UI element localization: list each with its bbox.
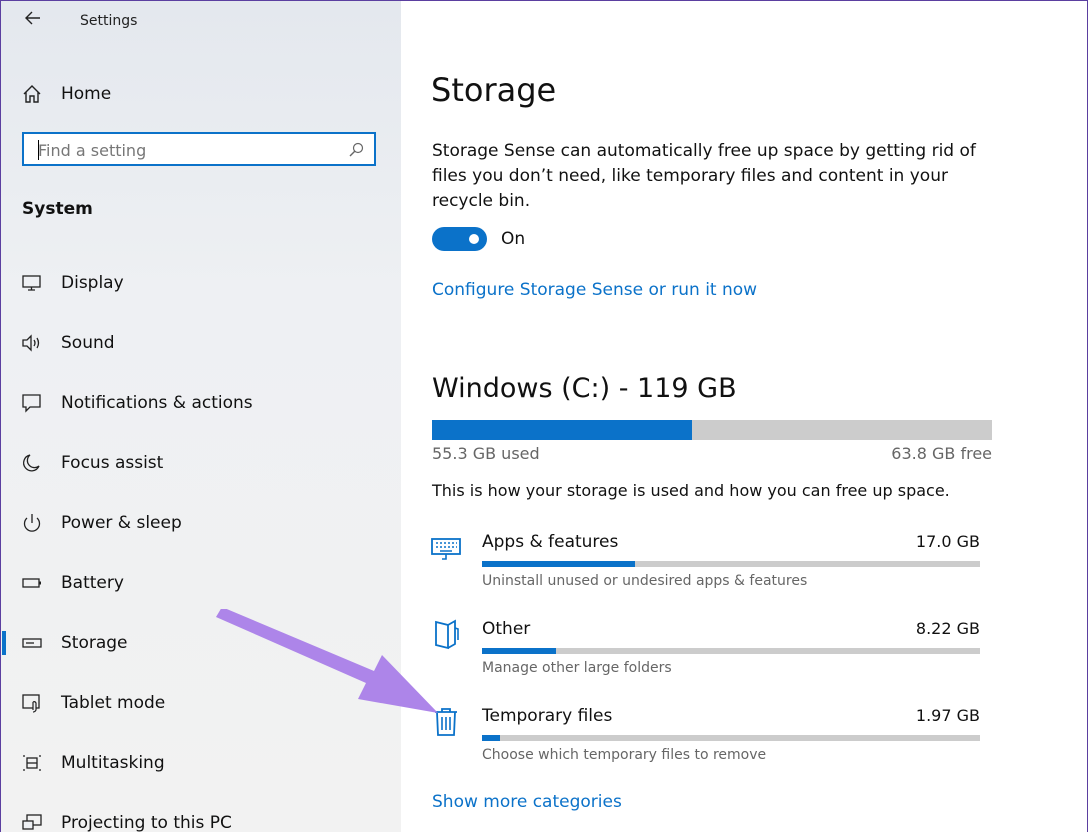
drive-free-label: 63.8 GB free: [891, 444, 992, 463]
category-name: Temporary files: [482, 706, 613, 726]
toggle-knob: [469, 234, 479, 244]
drive-used-label: 55.3 GB used: [432, 444, 540, 463]
category-description: Choose which temporary files to remove: [482, 747, 767, 763]
battery-icon: [22, 578, 41, 588]
drive-title: Windows (C:) - 119 GB: [432, 373, 737, 404]
storage-sense-toggle[interactable]: [432, 227, 487, 251]
category-size: 8.22 GB: [915, 619, 980, 638]
back-button[interactable]: [19, 9, 47, 33]
search-icon[interactable]: [348, 142, 364, 158]
section-title-system: System: [22, 199, 93, 219]
window-title: Settings: [80, 13, 138, 29]
speaker-icon: [22, 334, 40, 352]
category-size: 17.0 GB: [915, 532, 980, 551]
back-arrow-icon: [25, 11, 40, 25]
sidebar-item-notifications[interactable]: Notifications & actions: [1, 383, 401, 423]
home-icon: [23, 85, 41, 103]
category-size: 1.97 GB: [915, 706, 980, 725]
sidebar-item-projecting[interactable]: Projecting to this PC: [1, 803, 401, 832]
category-name: Other: [482, 619, 531, 639]
usage-description: This is how your storage is used and how…: [432, 481, 950, 500]
sidebar-item-home[interactable]: Home: [21, 81, 111, 107]
configure-storage-sense-link[interactable]: Configure Storage Sense or run it now: [432, 280, 757, 300]
sidebar-item-sound[interactable]: Sound: [1, 323, 401, 363]
tablet-mode-icon: [22, 694, 40, 713]
sidebar-item-label: Notifications & actions: [61, 393, 253, 413]
category-usage-bar: [482, 561, 980, 567]
settings-window: Settings Home System Display: [0, 0, 1088, 832]
category-usage-fill: [482, 735, 500, 741]
search-box[interactable]: [22, 132, 376, 166]
sidebar-item-label: Sound: [61, 333, 115, 353]
annotation-arrow-icon: [216, 609, 438, 713]
sidebar-item-label: Projecting to this PC: [61, 813, 232, 832]
sidebar-item-label: Display: [61, 273, 124, 293]
sidebar-item-label: Multitasking: [61, 753, 165, 773]
sidebar-item-power-sleep[interactable]: Power & sleep: [1, 503, 401, 543]
category-description: Uninstall unused or undesired apps & fea…: [482, 573, 808, 589]
category-description: Manage other large folders: [482, 660, 672, 676]
sidebar-item-label: Battery: [61, 573, 124, 593]
power-icon: [23, 514, 41, 532]
sidebar-item-focus-assist[interactable]: Focus assist: [1, 443, 401, 483]
moon-icon: [23, 454, 40, 472]
storage-icon: [22, 638, 42, 648]
category-other[interactable]: Other 8.22 GB Manage other large folders: [431, 618, 991, 688]
sidebar-item-label: Tablet mode: [61, 693, 166, 713]
show-more-categories-link[interactable]: Show more categories: [432, 792, 622, 812]
display-icon: [22, 275, 41, 291]
multitasking-icon: [23, 755, 41, 771]
main-content: Storage Storage Sense can automatically …: [401, 1, 1087, 832]
storage-sense-description: Storage Sense can automatically free up …: [432, 141, 976, 211]
drive-usage-bar: [432, 420, 992, 440]
projecting-icon: [22, 814, 42, 830]
category-usage-bar: [482, 735, 980, 741]
sidebar-item-label: Power & sleep: [61, 513, 182, 533]
category-name: Apps & features: [482, 532, 619, 552]
keyboard-icon: [431, 538, 461, 560]
category-usage-bar: [482, 648, 980, 654]
home-label: Home: [61, 84, 112, 104]
sidebar-item-label: Focus assist: [61, 453, 164, 473]
category-apps-features[interactable]: Apps & features 17.0 GB Uninstall unused…: [431, 531, 991, 601]
category-temporary-files[interactable]: Temporary files 1.97 GB Choose which tem…: [431, 705, 991, 775]
sidebar-item-multitasking[interactable]: Multitasking: [1, 743, 401, 783]
search-input[interactable]: [38, 138, 338, 162]
text-cursor: [38, 140, 39, 160]
page-title: Storage: [431, 71, 557, 109]
sidebar-item-display[interactable]: Display: [1, 263, 401, 303]
drive-usage-fill: [432, 420, 692, 440]
toggle-state-label: On: [501, 229, 526, 249]
category-usage-fill: [482, 561, 636, 567]
sidebar-item-battery[interactable]: Battery: [1, 563, 401, 603]
notification-icon: [22, 394, 41, 413]
sidebar-item-label: Storage: [61, 633, 128, 653]
category-usage-fill: [482, 648, 557, 654]
